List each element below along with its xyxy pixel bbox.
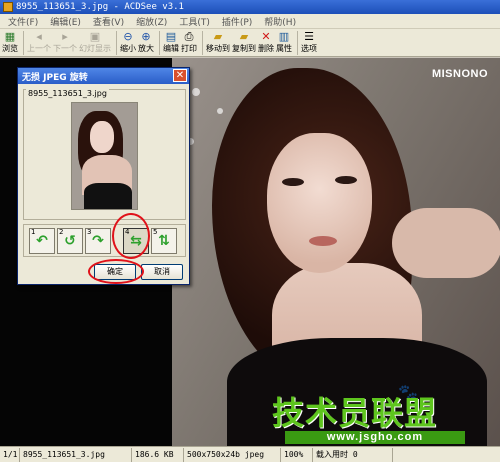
cancel-button[interactable]: 取消 xyxy=(141,264,183,280)
menu-zoom[interactable]: 缩放(Z) xyxy=(130,15,173,28)
edit-icon: ▤ xyxy=(165,30,177,43)
delete-button[interactable]: ✕ 删除 xyxy=(258,29,274,57)
copy-to-button[interactable]: ▰ 复制到 xyxy=(232,29,256,57)
rotate-option-number: 5 xyxy=(153,228,158,236)
rotate-option-1[interactable]: 1 ↶ xyxy=(29,228,55,254)
highlight-circle-ok xyxy=(88,259,144,284)
rotate-option-number: 1 xyxy=(31,228,36,236)
browse-button[interactable]: ▦ 浏览 xyxy=(2,29,18,57)
preview-filename: 8955_113651_3.jpg xyxy=(26,89,109,98)
rotation-options-group: 1 ↶ 2 ↺ 3 ↷ 4 ⇆ 5 ⇅ xyxy=(23,224,186,257)
preview-thumbnail xyxy=(71,102,138,210)
dialog-close-button[interactable]: ✕ xyxy=(173,69,187,82)
photo-arm xyxy=(392,208,500,278)
preview-group: 8955_113651_3.jpg xyxy=(23,89,186,220)
zoom-out-button[interactable]: ⊖ 缩小 xyxy=(120,29,136,57)
acdsee-app-icon xyxy=(3,2,13,12)
dialog-titlebar: 无损 JPEG 旋转 xyxy=(18,68,189,84)
zoom-in-button[interactable]: ⊕ 放大 xyxy=(138,29,154,57)
copy-folder-icon: ▰ xyxy=(239,30,249,43)
status-zoom: 100% xyxy=(281,447,313,462)
rotate-option-number: 2 xyxy=(59,228,64,236)
window-title: 8955_113651_3.jpg - ACDSee v3.1 xyxy=(16,2,184,12)
status-filesize: 186.6 KB xyxy=(132,447,184,462)
highlight-circle-flip xyxy=(112,213,150,259)
photo-eye xyxy=(282,178,304,186)
move-to-button[interactable]: ▰ 移动到 xyxy=(206,29,230,57)
status-filename: 8955_113651_3.jpg xyxy=(20,447,132,462)
window-titlebar: 8955_113651_3.jpg - ACDSee v3.1 xyxy=(0,0,500,14)
site-watermark: 技术员联盟 xyxy=(272,394,438,432)
options-icon: ☰ xyxy=(304,30,314,43)
options-button[interactable]: ☰ 选项 xyxy=(301,29,317,57)
site-watermark-url: www.jsgho.com xyxy=(285,431,465,444)
rotate-option-3[interactable]: 3 ↷ xyxy=(85,228,111,254)
rotate-cw-icon: ↷ xyxy=(92,233,104,249)
print-icon: ⎙ xyxy=(184,30,194,43)
menu-plugins[interactable]: 插件(P) xyxy=(216,15,258,28)
move-folder-icon: ▰ xyxy=(213,30,223,43)
menu-view[interactable]: 查看(V) xyxy=(87,15,130,28)
edit-button[interactable]: ▤ 编辑 xyxy=(163,29,179,57)
menu-file[interactable]: 文件(F) xyxy=(2,15,44,28)
menubar: 文件(F) 编辑(E) 查看(V) 缩放(Z) 工具(T) 插件(P) 帮助(H… xyxy=(0,14,500,29)
toolbar-separator xyxy=(159,31,160,55)
jpeg-rotate-dialog: 无损 JPEG 旋转 ✕ 8955_113651_3.jpg 1 ↶ 2 ↺ 3… xyxy=(17,67,190,285)
statusbar: 1/1 8955_113651_3.jpg 186.6 KB 500x750x2… xyxy=(0,446,500,462)
toolbar-separator xyxy=(23,31,24,55)
next-button[interactable]: ▸ 下一个 xyxy=(53,29,77,57)
rotate-option-5[interactable]: 5 ⇅ xyxy=(151,228,177,254)
next-arrow-icon: ▸ xyxy=(62,30,68,43)
slideshow-button[interactable]: ▣ 幻灯显示 xyxy=(79,29,111,57)
prev-arrow-icon: ◂ xyxy=(36,30,42,43)
prev-button[interactable]: ◂ 上一个 xyxy=(27,29,51,57)
rotate-option-number: 3 xyxy=(87,228,92,236)
status-load-time: 载入用时 0 xyxy=(313,447,393,462)
slideshow-icon: ▣ xyxy=(89,30,101,43)
photo-eye xyxy=(335,176,357,184)
delete-icon: ✕ xyxy=(261,30,271,43)
zoom-in-icon: ⊕ xyxy=(141,30,151,43)
rotate-option-2[interactable]: 2 ↺ xyxy=(57,228,83,254)
toolbar-separator xyxy=(116,31,117,55)
bokeh-light xyxy=(192,88,200,96)
photo-face xyxy=(267,133,372,273)
thumb-face xyxy=(90,121,114,153)
toolbar-separator xyxy=(297,31,298,55)
toolbar: ▦ 浏览 ◂ 上一个 ▸ 下一个 ▣ 幻灯显示 ⊖ 缩小 ⊕ 放大 ▤ 编辑 ⎙… xyxy=(0,29,500,57)
menu-edit[interactable]: 编辑(E) xyxy=(44,15,87,28)
thumb-top xyxy=(84,183,132,209)
toolbar-separator xyxy=(202,31,203,55)
zoom-out-icon: ⊖ xyxy=(123,30,133,43)
print-button[interactable]: ⎙ 打印 xyxy=(181,29,197,57)
status-dimensions: 500x750x24b jpeg xyxy=(184,447,281,462)
flip-vertical-icon: ⇅ xyxy=(158,233,170,249)
status-index: 1/1 xyxy=(0,447,20,462)
dialog-title: 无损 JPEG 旋转 xyxy=(22,72,88,83)
properties-icon: ▥ xyxy=(278,30,290,43)
browse-icon: ▦ xyxy=(4,30,16,43)
photo-lips xyxy=(309,236,337,246)
properties-button[interactable]: ▥ 属性 xyxy=(276,29,292,57)
bokeh-light xyxy=(217,108,223,114)
brand-mark: MISNONO xyxy=(431,68,488,80)
menu-help[interactable]: 帮助(H) xyxy=(258,15,302,28)
rotate-ccw-icon: ↶ xyxy=(36,233,48,249)
menu-tools[interactable]: 工具(T) xyxy=(173,15,216,28)
rotate-180-icon: ↺ xyxy=(64,233,76,249)
